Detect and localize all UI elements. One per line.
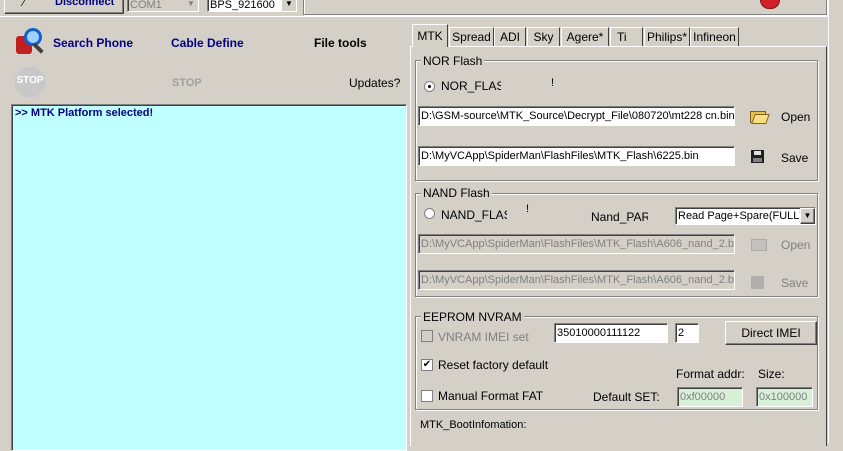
- direct-imei-label: Direct IMEI: [741, 326, 801, 340]
- nor-marker: !: [551, 77, 555, 89]
- chevron-down-icon: ▼: [281, 0, 296, 11]
- stop-button[interactable]: STOP: [172, 77, 202, 89]
- tab-agere[interactable]: Agere*: [561, 27, 609, 46]
- stop-icon-text: STOP: [16, 75, 44, 86]
- tab-label: Sky: [533, 30, 554, 44]
- chevron-down-icon: ▼: [184, 0, 198, 11]
- tab-ti[interactable]: Ti: [610, 27, 643, 46]
- floppy-disk-icon[interactable]: [751, 150, 764, 163]
- nand-part-label: Nand_PAR': [591, 210, 648, 224]
- nand-open-path-field[interactable]: D:\MyVCApp\SpiderMan\FlashFiles\MTK_Flas…: [418, 234, 735, 254]
- size-input[interactable]: 0x100000: [756, 387, 813, 407]
- nor-save-button[interactable]: Save: [781, 151, 808, 165]
- manual-format-fat-checkbox[interactable]: [421, 390, 433, 402]
- baud-value: BPS_921600: [210, 0, 275, 11]
- nand-flash-title: NAND Flash: [421, 186, 492, 200]
- search-phone-button[interactable]: Search Phone: [53, 36, 133, 50]
- vnram-imei-checkbox[interactable]: [421, 330, 433, 342]
- direct-imei-button[interactable]: Direct IMEI: [725, 321, 817, 345]
- file-tools-button[interactable]: File tools: [314, 36, 367, 50]
- nand-save-path-field[interactable]: D:\MyVCApp\SpiderMan\FlashFiles\MTK_Flas…: [418, 270, 735, 290]
- top-group-frame: [303, 0, 827, 15]
- vnram-imei-label: VNRAM IMEI set: [438, 330, 529, 344]
- tab-label: MTK: [417, 29, 443, 43]
- boot-info-label: MTK_BootInfomation:: [420, 419, 527, 431]
- tab-label: ADI: [499, 30, 520, 44]
- baud-select[interactable]: BPS_921600 ▼: [207, 0, 297, 12]
- stop-icon[interactable]: STOP: [15, 67, 45, 97]
- reset-factory-checkbox[interactable]: ✔: [421, 359, 433, 371]
- disconnect-button[interactable]: ∕ Disconnect: [4, 0, 124, 14]
- nand-open-button[interactable]: Open: [781, 238, 810, 252]
- tab-label: Ti: [617, 30, 627, 44]
- nand-flash-radio[interactable]: [424, 208, 435, 219]
- nor-save-path-field[interactable]: D:\MyVCApp\SpiderMan\FlashFiles\MTK_Flas…: [418, 146, 735, 166]
- imei-input[interactable]: 35010000111122: [554, 323, 668, 343]
- nand-part-value: Read Page+Spare(FULL): [678, 210, 804, 222]
- log-line: >> MTK Platform selected!: [15, 107, 154, 119]
- chevron-down-icon: ▼: [800, 208, 815, 224]
- cable-define-button[interactable]: Cable Define: [171, 36, 244, 50]
- search-phone-icon[interactable]: [14, 26, 46, 58]
- floppy-disk-icon[interactable]: [751, 276, 764, 289]
- tab-spread[interactable]: Spread: [449, 27, 494, 46]
- disconnect-label: Disconnect: [55, 0, 115, 8]
- nand-marker: !: [526, 203, 530, 215]
- nand-save-button[interactable]: Save: [781, 276, 808, 290]
- tab-label: Agere*: [566, 30, 604, 44]
- nor-open-path-field[interactable]: D:\GSM-source\MTK_Source\Decrypt_File\08…: [418, 106, 735, 126]
- folder-open-icon[interactable]: [750, 109, 770, 124]
- nor-flash-radio-label: NOR_FLASI: [441, 79, 501, 93]
- nand-part-select[interactable]: Read Page+Spare(FULL) ▼: [675, 207, 816, 225]
- eeprom-title: EEPROM NVRAM: [421, 310, 524, 324]
- folder-open-icon[interactable]: [751, 237, 767, 251]
- log-output[interactable]: >> MTK Platform selected!: [11, 104, 407, 451]
- port-select[interactable]: COM1 ▼: [127, 0, 199, 12]
- size-label: Size:: [758, 367, 785, 381]
- tab-label: Philips*: [646, 30, 688, 44]
- default-set-label: Default SET:: [593, 390, 660, 404]
- tab-philips[interactable]: Philips*: [644, 27, 690, 46]
- tab-sky[interactable]: Sky: [527, 27, 560, 46]
- manual-format-fat-label: Manual Format FAT: [438, 389, 544, 403]
- format-addr-label: Format addr:: [676, 367, 745, 381]
- tab-infineon[interactable]: Infineon: [690, 27, 739, 46]
- nor-flash-title: NOR Flash: [421, 54, 485, 68]
- tab-label: Spread: [452, 30, 491, 44]
- nor-open-button[interactable]: Open: [781, 110, 810, 124]
- tab-adi[interactable]: ADI: [494, 27, 526, 46]
- reset-factory-label: Reset factory default: [438, 358, 549, 372]
- updates-link[interactable]: Updates?: [349, 76, 400, 90]
- port-value: COM1: [130, 0, 162, 11]
- imei-count-input[interactable]: 2: [675, 323, 699, 343]
- plug-icon: ∕: [23, 0, 25, 9]
- nand-flash-radio-label: NAND_FLASI: [441, 208, 507, 222]
- window-edge: [828, 0, 843, 443]
- format-addr-input[interactable]: 0xf00000: [677, 387, 743, 407]
- nor-flash-radio[interactable]: [424, 81, 435, 92]
- tab-label: Infineon: [693, 30, 736, 44]
- tab-mtk[interactable]: MTK: [412, 24, 448, 47]
